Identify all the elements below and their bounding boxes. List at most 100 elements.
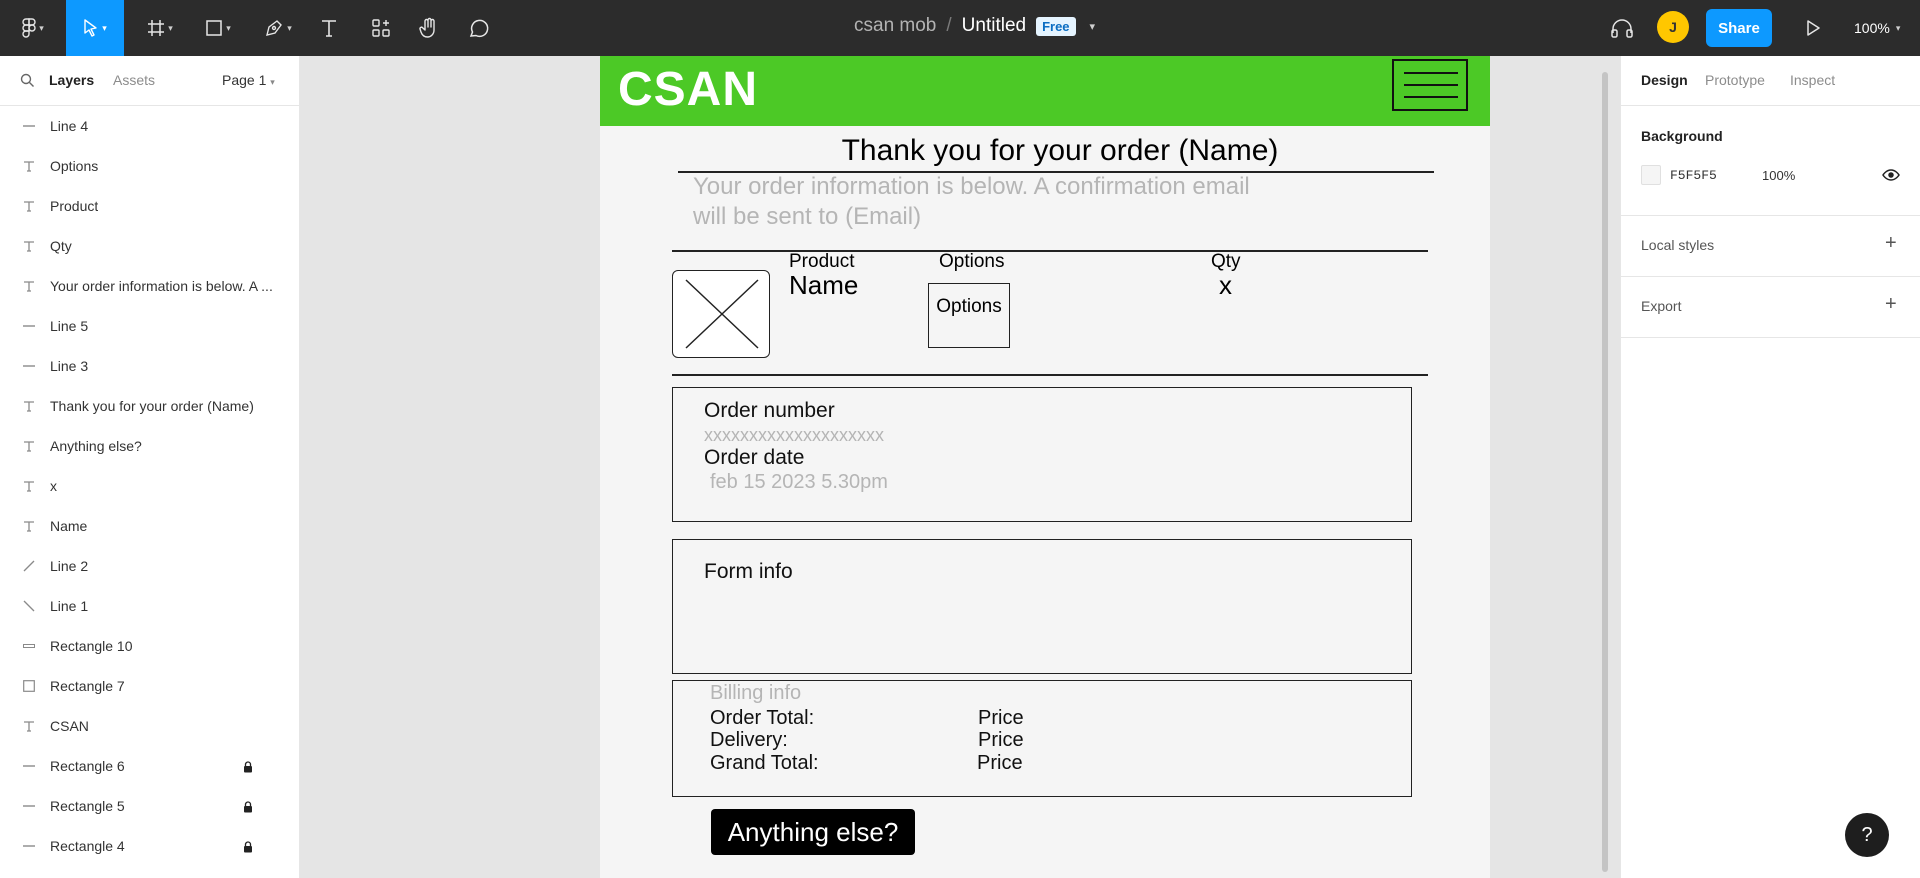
frame-icon xyxy=(148,20,165,36)
layer-row[interactable]: Your order information is below. A ... xyxy=(0,266,299,306)
audio-button[interactable] xyxy=(1604,0,1640,56)
avatar[interactable]: J xyxy=(1657,11,1689,43)
layer-row[interactable]: Rectangle 10 xyxy=(0,626,299,666)
layer-row[interactable]: Line 5 xyxy=(0,306,299,346)
line-icon xyxy=(22,746,36,786)
layer-row[interactable]: Rectangle 3 xyxy=(0,866,299,878)
cursor-icon xyxy=(84,19,97,37)
text-icon xyxy=(22,706,36,746)
background-opacity-input[interactable]: 100% xyxy=(1762,168,1795,183)
mobile-frame[interactable]: CSAN Thank you for your order (Name) You… xyxy=(600,56,1490,878)
thank-you-heading: Thank you for your order (Name) xyxy=(841,134,1279,167)
layer-name: Options xyxy=(50,158,99,174)
layer-row[interactable]: Line 3 xyxy=(0,346,299,386)
team-name[interactable]: csan mob xyxy=(854,15,936,37)
file-name[interactable]: Untitled xyxy=(962,15,1026,37)
lock-icon[interactable] xyxy=(243,840,253,856)
diagonal-line-reverse-icon xyxy=(22,586,36,626)
layer-row[interactable]: x xyxy=(0,466,299,506)
canvas-scrollbar[interactable] xyxy=(1602,72,1608,872)
chevron-down-icon: ▾ xyxy=(102,22,107,33)
layer-row[interactable]: Thank you for your order (Name) xyxy=(0,386,299,426)
hand-tool-button[interactable] xyxy=(416,0,442,56)
layers-list: Line 4 Options Product Qty Your order inform… xyxy=(0,106,299,878)
text-icon xyxy=(22,226,36,266)
local-styles-section: Local styles + xyxy=(1621,216,1920,277)
layer-row[interactable]: Name xyxy=(0,506,299,546)
main-menu-button[interactable]: ▾ xyxy=(12,0,54,56)
text-tool-button[interactable] xyxy=(316,0,342,56)
billing-row-label: Delivery: xyxy=(710,729,788,751)
eye-icon[interactable] xyxy=(1882,168,1900,182)
column-options: Options xyxy=(939,251,1005,272)
layers-panel: Layers Assets Page 1 ▾ Line 4 Options Prod… xyxy=(0,56,300,878)
tab-design[interactable]: Design xyxy=(1641,72,1688,88)
layer-row[interactable]: Rectangle 4 xyxy=(0,826,299,866)
resources-button[interactable] xyxy=(368,0,394,56)
layer-row[interactable]: Rectangle 6 xyxy=(0,746,299,786)
order-info-line: Your order information is below. A confi… xyxy=(693,173,1250,200)
search-icon[interactable] xyxy=(20,73,35,88)
zoom-dropdown[interactable]: 100% ▾ xyxy=(1854,0,1900,56)
rectangle-icon xyxy=(22,666,36,706)
background-hex-input[interactable]: F5F5F5 xyxy=(1670,168,1717,183)
plan-badge[interactable]: Free xyxy=(1036,16,1076,36)
thin-rectangle-icon xyxy=(22,626,36,666)
tab-assets[interactable]: Assets xyxy=(113,72,155,88)
shape-tool-button[interactable]: ▾ xyxy=(196,0,240,56)
page-selector[interactable]: Page 1 ▾ xyxy=(222,72,275,88)
layer-row[interactable]: Line 4 xyxy=(0,106,299,146)
components-icon xyxy=(372,19,390,37)
order-number-value: xxxxxxxxxxxxxxxxxxxx xyxy=(704,425,884,445)
line-icon xyxy=(22,866,36,878)
present-button[interactable] xyxy=(1800,0,1826,56)
tab-prototype[interactable]: Prototype xyxy=(1705,72,1765,88)
divider-line xyxy=(672,374,1428,376)
layer-row[interactable]: Product xyxy=(0,186,299,226)
canvas[interactable]: CSAN Thank you for your order (Name) You… xyxy=(300,56,1620,878)
text-icon xyxy=(22,426,36,466)
layer-row[interactable]: Anything else? xyxy=(0,426,299,466)
image-placeholder-icon xyxy=(684,278,759,349)
frame-tool-button[interactable]: ▾ xyxy=(138,0,182,56)
anything-else-button[interactable]: Anything else? xyxy=(711,809,915,855)
share-button[interactable]: Share xyxy=(1706,9,1772,47)
order-number-label: Order number xyxy=(704,399,835,422)
file-title: csan mob / Untitled Free ▾ xyxy=(854,14,1095,38)
plus-icon[interactable]: + xyxy=(1885,293,1897,316)
chevron-down-icon[interactable]: ▾ xyxy=(1090,20,1096,33)
layer-name: Product xyxy=(50,198,99,214)
product-image-placeholder xyxy=(672,270,770,358)
options-box: Options xyxy=(928,283,1010,348)
tab-inspect[interactable]: Inspect xyxy=(1790,72,1835,88)
export-section: Export + xyxy=(1621,277,1920,338)
line-icon xyxy=(22,346,36,386)
layer-name: Rectangle 7 xyxy=(50,678,125,694)
layer-name: Line 5 xyxy=(50,318,89,334)
layer-row[interactable]: Options xyxy=(0,146,299,186)
pen-tool-button[interactable]: ▾ xyxy=(256,0,300,56)
hand-icon xyxy=(419,17,435,38)
hamburger-menu-icon[interactable] xyxy=(1392,59,1468,111)
plus-icon[interactable]: + xyxy=(1885,232,1897,255)
help-button[interactable]: ? xyxy=(1845,813,1889,857)
billing-row-value: Price xyxy=(977,752,1023,774)
move-tool-button[interactable]: ▾ xyxy=(66,0,124,56)
layer-row[interactable]: Qty xyxy=(0,226,299,266)
right-panel-tabs: Design Prototype Inspect xyxy=(1621,56,1920,106)
layer-row[interactable]: Rectangle 7 xyxy=(0,666,299,706)
comment-tool-button[interactable] xyxy=(466,0,492,56)
layer-row[interactable]: Line 1 xyxy=(0,586,299,626)
form-info-box: Form info xyxy=(672,539,1412,674)
diagonal-line-icon xyxy=(22,546,36,586)
line-icon xyxy=(22,826,36,866)
text-icon xyxy=(22,266,36,306)
lock-icon[interactable] xyxy=(243,760,253,776)
lock-icon[interactable] xyxy=(243,800,253,816)
layer-row[interactable]: Line 2 xyxy=(0,546,299,586)
layer-row[interactable]: CSAN xyxy=(0,706,299,746)
tab-layers[interactable]: Layers xyxy=(49,72,94,88)
layer-row[interactable]: Rectangle 5 xyxy=(0,786,299,826)
background-color-swatch[interactable] xyxy=(1641,165,1661,185)
billing-info-label: Billing info xyxy=(710,682,802,704)
